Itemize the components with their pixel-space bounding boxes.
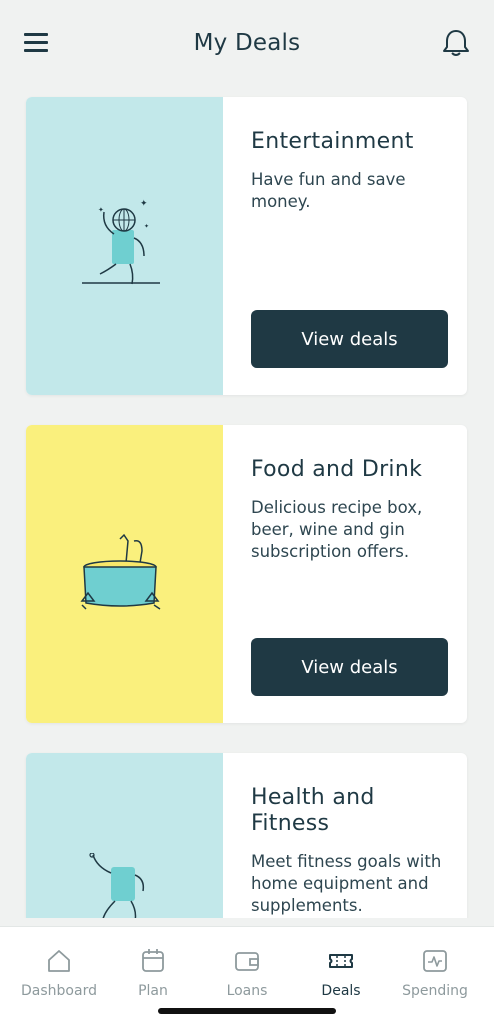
tab-deals[interactable]: Deals: [292, 939, 390, 1011]
tab-dashboard[interactable]: Dashboard: [10, 939, 108, 1011]
deals-list[interactable]: ✦ ✦ ✦ Entertainment Have fun and save mo…: [0, 0, 494, 918]
card-illustration-panel: [26, 753, 223, 918]
card-body: Food and Drink Delicious recipe box, bee…: [251, 425, 448, 723]
tab-label: Spending: [402, 983, 468, 999]
svg-text:✦: ✦: [144, 223, 149, 230]
card-description: Have fun and save money.: [251, 170, 406, 211]
card-description: Delicious recipe box, beer, wine and gin…: [251, 498, 423, 561]
card-illustration-panel: [26, 425, 223, 723]
svg-text:✦: ✦: [140, 199, 148, 209]
page-title: My Deals: [193, 30, 301, 56]
tab-plan[interactable]: Plan: [104, 939, 202, 1011]
card-title: Entertainment: [251, 129, 414, 154]
card-body: Entertainment Have fun and save money. V…: [251, 97, 448, 395]
tab-loans[interactable]: Loans: [198, 939, 296, 1011]
view-deals-button[interactable]: View deals: [251, 310, 448, 368]
activity-chart-icon: [423, 950, 447, 972]
wallet-icon: [235, 952, 259, 971]
tab-label: Dashboard: [21, 983, 97, 999]
calendar-icon: [142, 949, 164, 972]
svg-text:✦: ✦: [98, 206, 104, 214]
card-illustration-panel: ✦ ✦ ✦: [26, 97, 223, 395]
tab-label: Plan: [138, 983, 168, 999]
view-deals-button[interactable]: View deals: [251, 638, 448, 696]
card-body: Health and Fitness Meet fitness goals wi…: [251, 753, 447, 918]
card-title: Food and Drink: [251, 457, 423, 482]
bell-icon[interactable]: [442, 28, 470, 60]
running-figure-illustration: [88, 853, 144, 918]
tab-label: Deals: [321, 983, 361, 999]
deal-card-entertainment[interactable]: ✦ ✦ ✦ Entertainment Have fun and save mo…: [26, 97, 467, 395]
ticket-icon: [329, 954, 353, 968]
food-box-illustration: [80, 533, 160, 610]
card-description: Meet fitness goals with home equipment a…: [251, 852, 442, 915]
app-header: My Deals: [0, 0, 494, 88]
tab-label: Loans: [226, 983, 268, 999]
tab-spending[interactable]: Spending: [386, 939, 484, 1011]
deal-card-health-and-fitness[interactable]: Health and Fitness Meet fitness goals wi…: [26, 753, 467, 918]
dancing-figure-illustration: ✦ ✦ ✦: [81, 199, 160, 285]
home-indicator: [158, 1008, 336, 1014]
home-icon: [48, 950, 70, 972]
deals-screen: ✦ ✦ ✦ Entertainment Have fun and save mo…: [0, 0, 494, 1024]
card-title: Health and Fitness: [251, 785, 375, 836]
deal-card-food-and-drink[interactable]: Food and Drink Delicious recipe box, bee…: [26, 425, 467, 723]
